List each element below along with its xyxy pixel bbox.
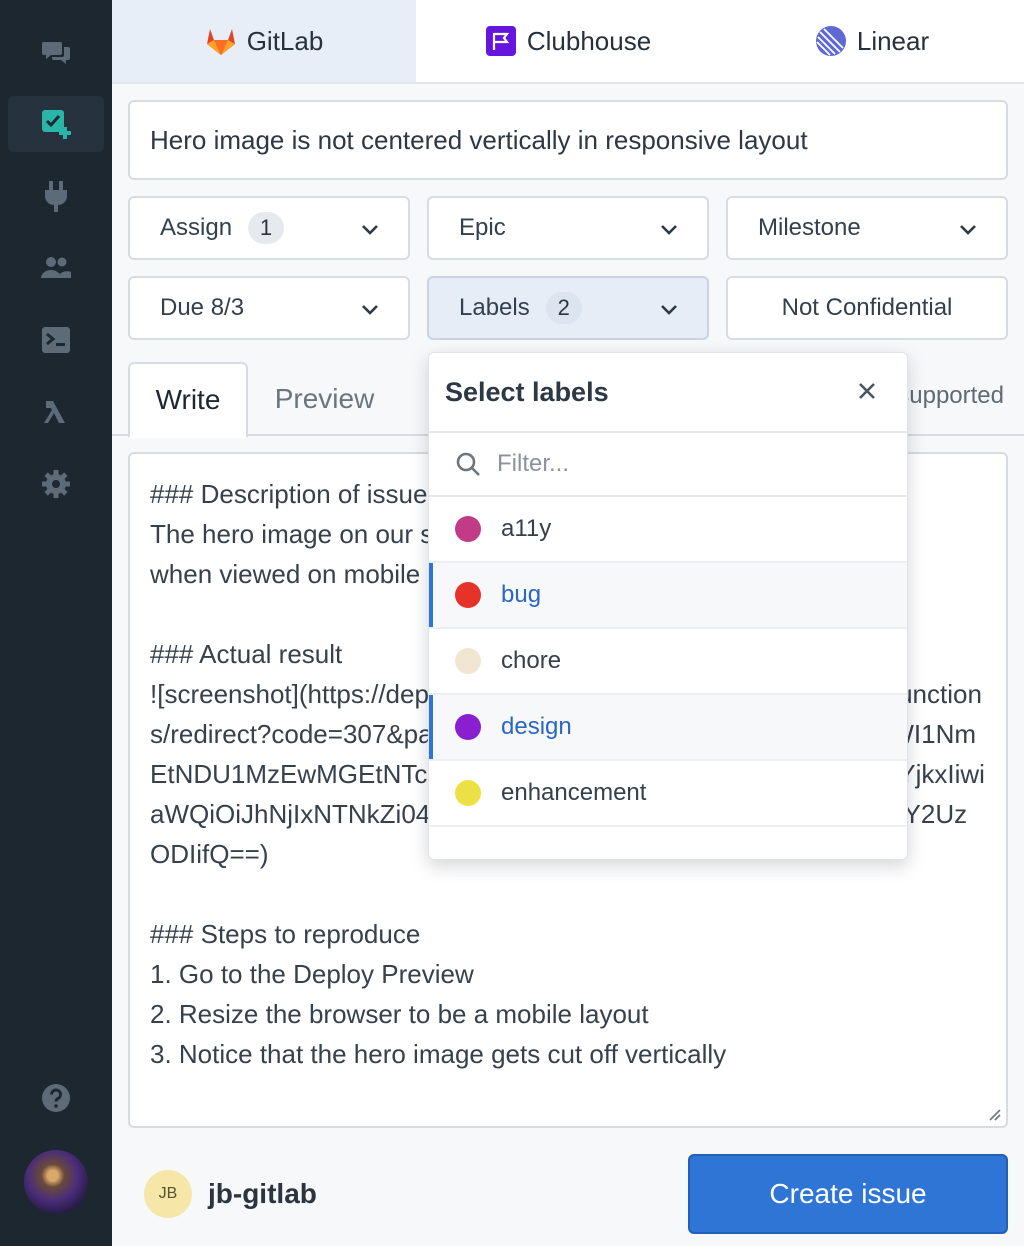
chevron-down-icon: [661, 305, 677, 315]
label-option-name: enhancement: [501, 779, 647, 806]
close-icon[interactable]: [855, 379, 879, 403]
confidential-toggle[interactable]: Not Confidential: [726, 276, 1008, 340]
gitlab-logo-icon: [205, 25, 237, 57]
sidebar-item-functions[interactable]: [8, 384, 104, 440]
label-option-name: design: [501, 713, 572, 740]
user-initials-avatar: JB: [144, 1170, 192, 1218]
labels-popover-title: Select labels: [445, 376, 609, 407]
sidebar-item-chat[interactable]: [8, 24, 104, 80]
confidential-label: Not Confidential: [781, 294, 953, 321]
create-issue-button[interactable]: Create issue: [688, 1154, 1008, 1234]
label-option[interactable]: chore: [429, 629, 907, 695]
due-date-label: Due 8/3: [160, 294, 245, 321]
labels-label: Labels: [459, 294, 530, 321]
users-icon: [41, 257, 71, 278]
epic-dropdown[interactable]: Epic: [427, 196, 709, 260]
tab-linear-label: Linear: [856, 25, 930, 56]
lambda-icon: [44, 401, 65, 423]
chevron-down-icon: [661, 225, 677, 235]
labels-count-badge: 2: [545, 292, 582, 324]
chevron-down-icon: [362, 225, 378, 235]
service-tabs: GitLab Clubhouse Linear: [112, 0, 1024, 84]
labels-filter-placeholder: Filter...: [497, 450, 570, 477]
label-option[interactable]: a11y: [429, 497, 907, 563]
tab-gitlab[interactable]: GitLab: [112, 0, 416, 82]
linear-logo-icon: [815, 25, 847, 57]
tab-linear[interactable]: Linear: [720, 0, 1024, 82]
label-option-name: a11y: [501, 515, 552, 542]
chat-icon: [42, 42, 70, 64]
epic-label: Epic: [459, 214, 506, 241]
clubhouse-logo-icon: [485, 25, 517, 57]
username: jb-gitlab: [208, 1178, 317, 1209]
tab-preview[interactable]: Preview: [252, 362, 397, 436]
label-color-dot: [455, 714, 481, 740]
tab-gitlab-label: GitLab: [246, 25, 324, 56]
sidebar-item-terminal[interactable]: [8, 312, 104, 368]
new-issue-icon: [42, 110, 71, 139]
labels-dropdown[interactable]: Labels 2: [427, 276, 709, 340]
terminal-icon: [42, 327, 70, 353]
label-color-dot: [455, 648, 481, 674]
tab-write[interactable]: Write: [128, 362, 248, 438]
assign-dropdown[interactable]: Assign 1: [128, 196, 410, 260]
label-color-dot: [455, 780, 481, 806]
tab-clubhouse[interactable]: Clubhouse: [416, 0, 720, 82]
sidebar-item-users[interactable]: [8, 240, 104, 296]
milestone-dropdown[interactable]: Milestone: [726, 196, 1008, 260]
chevron-down-icon: [960, 225, 976, 235]
labels-popover-header: Select labels: [429, 353, 907, 433]
help-icon: [42, 1084, 70, 1112]
gear-icon: [42, 470, 70, 498]
assign-count-badge: 1: [248, 212, 285, 244]
labels-filter-input[interactable]: Filter...: [429, 433, 907, 497]
tab-clubhouse-label: Clubhouse: [526, 25, 652, 56]
plug-icon: [45, 181, 67, 212]
label-option-name: chore: [501, 647, 562, 674]
milestone-label: Milestone: [758, 214, 861, 241]
help-button[interactable]: [8, 1070, 104, 1126]
labels-popover: Select labels Filter... a11y bug chore d…: [428, 352, 908, 860]
label-option[interactable]: enhancement: [429, 761, 907, 827]
issue-title-input[interactable]: Hero image is not centered vertically in…: [128, 100, 1008, 180]
label-option[interactable]: bug: [429, 563, 907, 629]
avatar[interactable]: [24, 1150, 88, 1214]
resize-handle-icon[interactable]: [986, 1106, 1002, 1122]
due-date-dropdown[interactable]: Due 8/3: [128, 276, 410, 340]
label-option[interactable]: design: [429, 695, 907, 761]
sidebar-item-settings[interactable]: [8, 456, 104, 512]
search-icon: [456, 452, 480, 476]
label-option-name: bug: [501, 581, 542, 608]
sidebar-item-integrations[interactable]: [8, 168, 104, 224]
assign-label: Assign: [160, 214, 233, 241]
sidebar: [0, 0, 112, 1246]
chevron-down-icon: [362, 305, 378, 315]
sidebar-item-new-issue[interactable]: [8, 96, 104, 152]
label-color-dot: [455, 516, 481, 542]
label-color-dot: [455, 582, 481, 608]
